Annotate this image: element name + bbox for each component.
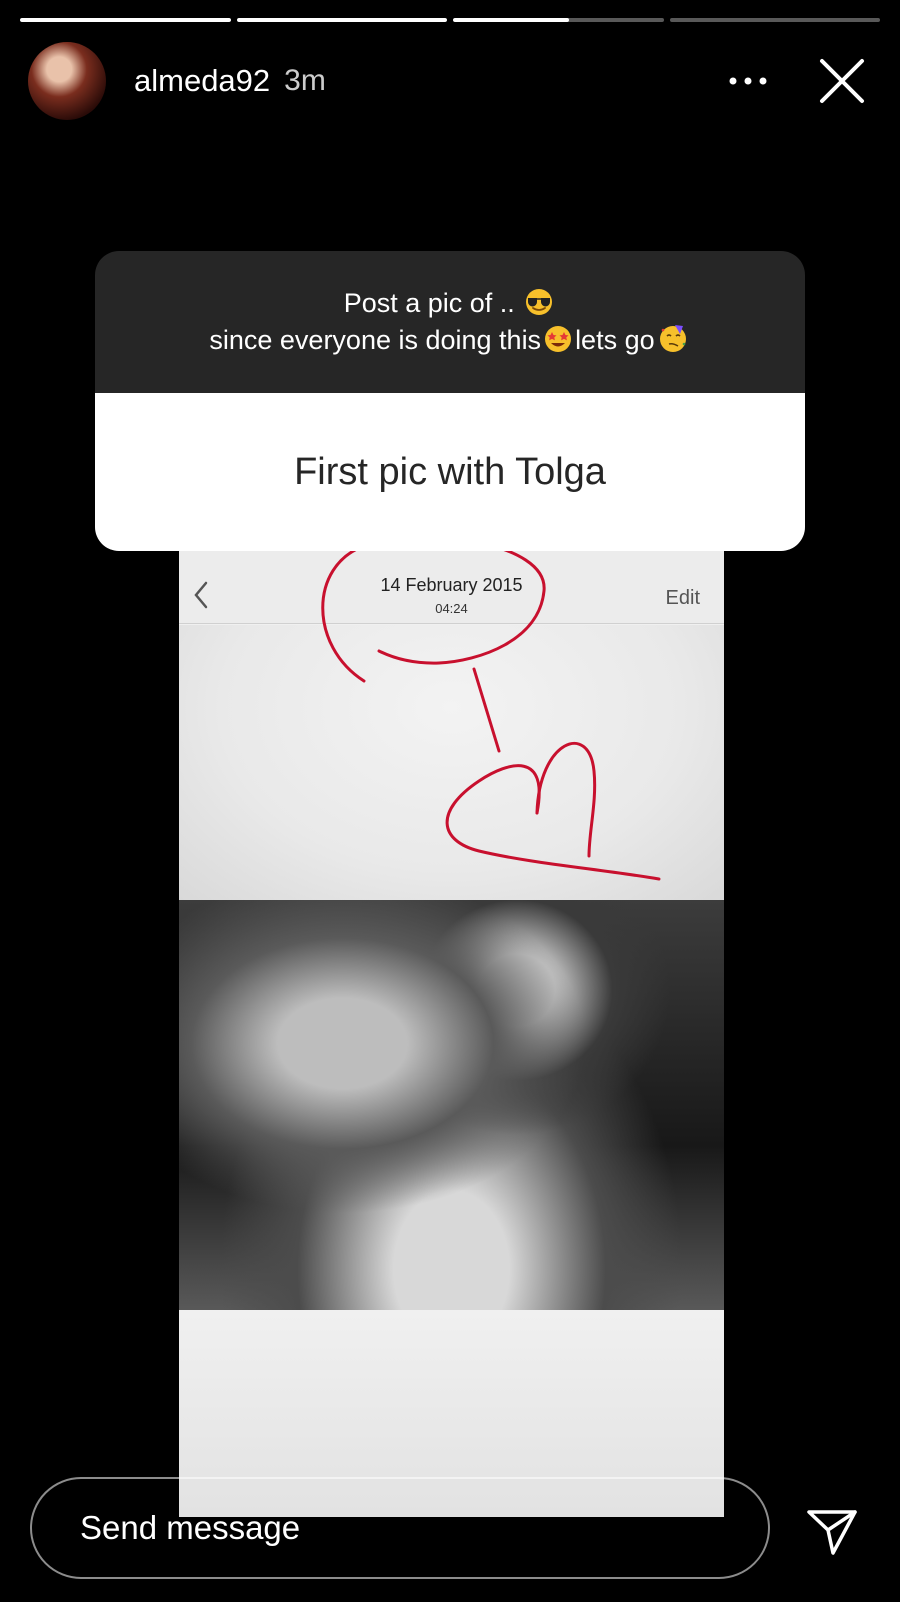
story-header: almeda92 3m	[28, 42, 872, 120]
question-header: Post a pic of .. since everyone is doing…	[95, 251, 805, 393]
sunglasses-emoji-icon	[526, 289, 553, 315]
avatar[interactable]	[28, 42, 106, 120]
post-time: 3m	[284, 64, 326, 97]
progress-segment	[453, 18, 664, 22]
question-text-2b: lets go	[575, 325, 655, 355]
more-options-button[interactable]	[718, 51, 778, 111]
photo-nav-bar: 14 February 2015 04:24 Edit	[179, 551, 724, 624]
progress-segment	[20, 18, 231, 22]
story-viewer[interactable]: almeda92 3m Post a pic of .. since every…	[0, 0, 900, 1602]
star-struck-emoji-icon	[545, 326, 572, 352]
photo-date: 14 February 2015	[380, 575, 523, 595]
close-icon	[820, 59, 864, 103]
question-line-2: since everyone is doing this lets go	[209, 322, 690, 359]
question-line-1: Post a pic of ..	[344, 285, 557, 322]
username[interactable]: almeda92	[134, 63, 270, 99]
photo-blank-area	[179, 625, 724, 900]
partying-face-emoji-icon	[659, 325, 686, 352]
more-horizontal-icon	[729, 77, 767, 85]
send-icon	[807, 1510, 857, 1555]
story-progress-bar	[20, 18, 880, 22]
progress-segment	[236, 18, 447, 22]
photo-edit-label: Edit	[665, 587, 700, 609]
shared-photo: 14 February 2015 04:24 Edit	[179, 551, 724, 1517]
couple-photo-image	[179, 900, 724, 1310]
send-button[interactable]	[802, 1502, 862, 1562]
question-text-1: Post a pic of ..	[343, 288, 515, 318]
answer-area: First pic with Tolga	[95, 393, 805, 551]
answer-text: First pic with Tolga	[294, 450, 606, 493]
message-placeholder: Send message	[80, 1509, 301, 1546]
question-text-2a: since everyone is doing this	[209, 325, 542, 355]
send-message-input[interactable]: Send message	[30, 1477, 770, 1579]
close-button[interactable]	[812, 51, 872, 111]
progress-segment	[669, 18, 880, 22]
question-sticker[interactable]: Post a pic of .. since everyone is doing…	[95, 251, 805, 551]
photo-time: 04:24	[435, 601, 468, 616]
